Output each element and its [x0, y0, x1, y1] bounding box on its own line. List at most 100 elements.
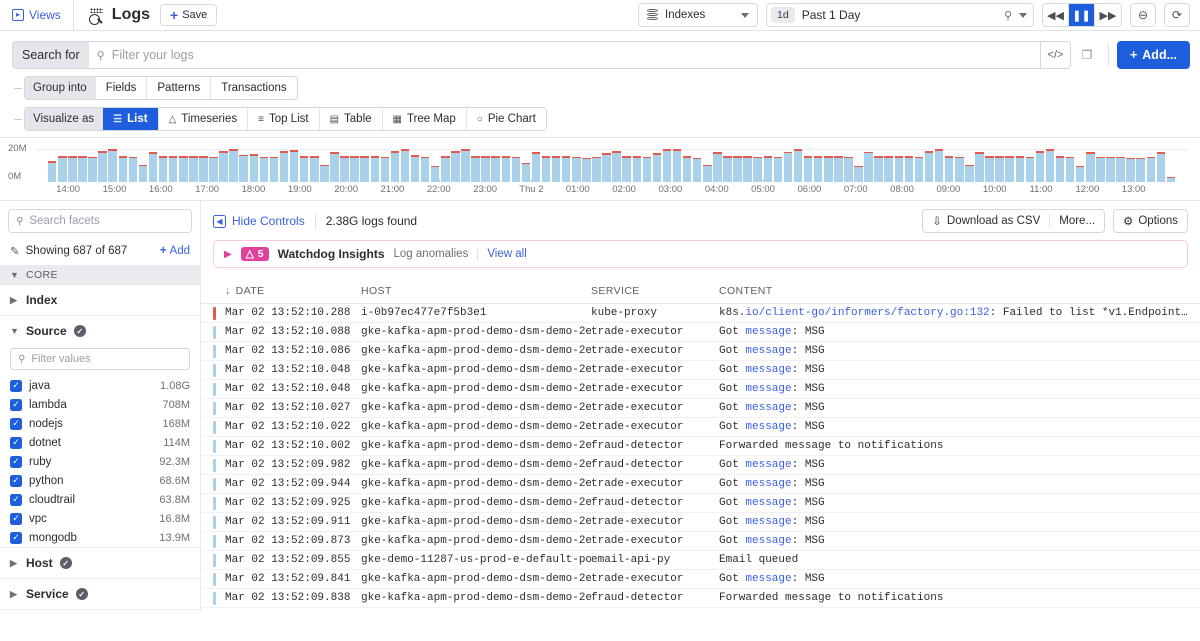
histogram-bar[interactable]	[814, 156, 822, 182]
histogram-bar[interactable]	[290, 150, 298, 182]
histogram-bar[interactable]	[1086, 152, 1094, 182]
histogram-bar[interactable]	[703, 165, 711, 182]
histogram-bar[interactable]	[995, 156, 1003, 182]
facet-checkbox[interactable]: ✓	[10, 380, 22, 392]
histogram-bar[interactable]	[743, 156, 751, 182]
histogram-bar[interactable]	[985, 156, 993, 182]
histogram-bar[interactable]	[1026, 157, 1034, 182]
histogram-bar[interactable]	[280, 151, 288, 182]
histogram-bar[interactable]	[1157, 152, 1165, 182]
histogram-bar[interactable]	[794, 149, 802, 182]
facet-value-row[interactable]: ✓lambda708M	[0, 395, 200, 414]
source-filter-input[interactable]	[31, 353, 182, 365]
table-row[interactable]: Mar 02 13:52:09.873gke-kafka-apm-prod-de…	[201, 532, 1200, 551]
refresh-icon[interactable]: ⟳	[1164, 3, 1190, 27]
histogram-bar[interactable]	[300, 156, 308, 182]
histogram-bar[interactable]	[491, 156, 499, 182]
facet-checkbox[interactable]: ✓	[10, 437, 22, 449]
histogram-bar[interactable]	[320, 165, 328, 182]
search-input[interactable]	[112, 48, 1032, 62]
histogram-bar[interactable]	[502, 156, 510, 182]
histogram-bar[interactable]	[935, 149, 943, 182]
table-row[interactable]: Mar 02 13:52:10.027gke-kafka-apm-prod-de…	[201, 399, 1200, 418]
histogram-bar[interactable]	[411, 155, 419, 182]
histogram-bar[interactable]	[360, 156, 368, 182]
histogram-bar[interactable]	[1056, 156, 1064, 182]
facet-checkbox[interactable]: ✓	[10, 532, 22, 544]
histogram-bar[interactable]	[169, 156, 177, 182]
facet-group-service[interactable]: ▶ Service ✓	[0, 579, 200, 610]
facet-value-row[interactable]: ✓ruby92.3M	[0, 452, 200, 471]
table-row[interactable]: Mar 02 13:52:09.855gke-demo-11287-us-pro…	[201, 551, 1200, 570]
visualize-toplist[interactable]: ≡ Top List	[247, 108, 318, 130]
histogram-bar[interactable]	[864, 152, 872, 182]
histogram-bar[interactable]	[663, 149, 671, 182]
histogram-bar[interactable]	[522, 163, 530, 182]
table-row[interactable]: Mar 02 13:52:09.841gke-kafka-apm-prod-de…	[201, 570, 1200, 589]
step-back-button[interactable]: ◀◀	[1043, 4, 1069, 26]
row-content-link[interactable]: message	[745, 535, 791, 547]
histogram-bar[interactable]	[975, 152, 983, 182]
histogram-bar[interactable]	[1096, 157, 1104, 182]
facet-value-row[interactable]: ✓nodejs168M	[0, 414, 200, 433]
histogram-bar[interactable]	[149, 152, 157, 182]
row-content-link[interactable]: message	[745, 383, 791, 395]
histogram-bar[interactable]	[1046, 149, 1054, 182]
facet-checkbox[interactable]: ✓	[10, 494, 22, 506]
row-content-link[interactable]: message	[745, 516, 791, 528]
histogram-bar[interactable]	[673, 149, 681, 182]
visualize-piechart[interactable]: ○ Pie Chart	[466, 108, 546, 130]
table-row[interactable]: Mar 02 13:52:10.048gke-kafka-apm-prod-de…	[201, 380, 1200, 399]
histogram-bar[interactable]	[824, 156, 832, 182]
watchdog-insights-banner[interactable]: ▶ △ 5 Watchdog Insights Log anomalies Vi…	[213, 240, 1188, 268]
zoom-out-icon[interactable]: ⊖	[1130, 3, 1156, 27]
pause-button[interactable]: ❚❚	[1069, 4, 1095, 26]
histogram-bar[interactable]	[68, 156, 76, 182]
histogram-bar[interactable]	[643, 157, 651, 182]
facet-checkbox[interactable]: ✓	[10, 475, 22, 487]
histogram-bar[interactable]	[108, 149, 116, 182]
histogram-bar[interactable]	[98, 151, 106, 182]
histogram-bar[interactable]	[179, 156, 187, 182]
facet-search-input[interactable]	[29, 215, 184, 227]
histogram-bar[interactable]	[229, 149, 237, 182]
histogram-bar[interactable]	[874, 156, 882, 182]
table-row[interactable]: Mar 02 13:52:09.944gke-kafka-apm-prod-de…	[201, 475, 1200, 494]
histogram-bar[interactable]	[683, 156, 691, 182]
indexes-select[interactable]: Indexes	[638, 3, 758, 27]
row-content-link[interactable]: message	[745, 402, 791, 414]
histogram-bar[interactable]	[552, 156, 560, 182]
table-row[interactable]: Mar 02 13:52:09.925gke-kafka-apm-prod-de…	[201, 494, 1200, 513]
histogram-bar[interactable]	[774, 157, 782, 182]
histogram-bar[interactable]	[461, 149, 469, 182]
table-row[interactable]: Mar 02 13:52:09.982gke-kafka-apm-prod-de…	[201, 456, 1200, 475]
histogram-bar[interactable]	[239, 155, 247, 182]
copy-icon[interactable]: ❐	[1074, 41, 1100, 69]
histogram-bar[interactable]	[250, 154, 258, 182]
histogram-bar[interactable]	[88, 157, 96, 182]
histogram-bar[interactable]	[965, 165, 973, 182]
options-button[interactable]: ⚙ Options	[1113, 209, 1188, 233]
download-csv-button[interactable]: ⇩ Download as CSV	[923, 214, 1050, 228]
row-content-link[interactable]: message	[745, 364, 791, 376]
group-into-patterns[interactable]: Patterns	[146, 77, 210, 99]
facet-checkbox[interactable]: ✓	[10, 456, 22, 468]
histogram-bar[interactable]	[532, 152, 540, 182]
histogram-bar[interactable]	[572, 157, 580, 182]
histogram-bar[interactable]	[653, 153, 661, 182]
log-histogram[interactable]: 20M 0M 14:0015:0016:0017:0018:0019:0020:…	[0, 138, 1200, 200]
histogram-bar[interactable]	[764, 156, 772, 182]
hide-controls-button[interactable]: ◀ Hide Controls	[213, 214, 305, 228]
facet-value-row[interactable]: ✓cloudtrail63.8M	[0, 490, 200, 509]
facet-group-status[interactable]: ▼ Status ✓	[0, 610, 200, 611]
code-toggle-button[interactable]: </>	[1041, 41, 1071, 69]
group-into-fields[interactable]: Fields	[95, 77, 147, 99]
histogram-bar[interactable]	[915, 157, 923, 182]
row-content-link[interactable]: message	[745, 326, 791, 338]
histogram-bar[interactable]	[310, 156, 318, 182]
histogram-bar[interactable]	[693, 158, 701, 182]
visualize-table[interactable]: ▤ Table	[319, 108, 382, 130]
facet-checkbox[interactable]: ✓	[10, 399, 22, 411]
facet-group-source[interactable]: ▼ Source ✓	[0, 316, 200, 346]
table-row[interactable]: Mar 02 13:52:10.088gke-kafka-apm-prod-de…	[201, 323, 1200, 342]
